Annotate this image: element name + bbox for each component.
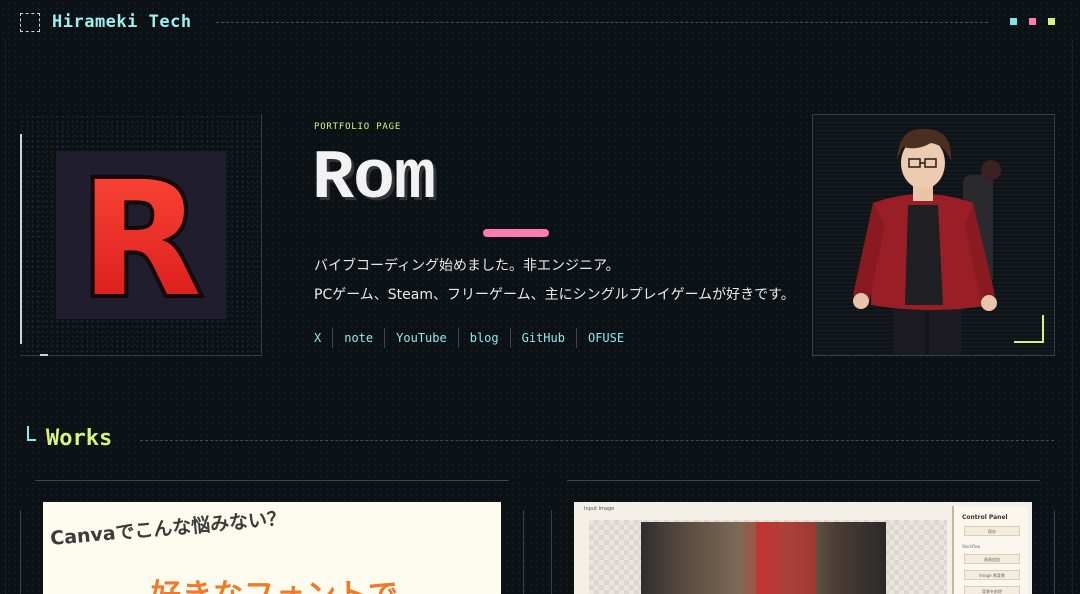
works-divider bbox=[140, 440, 1054, 441]
link-blog[interactable]: blog bbox=[457, 328, 510, 348]
thumbnail-subject bbox=[756, 522, 816, 594]
avatar-frame: R bbox=[20, 114, 262, 356]
page-title: Rom bbox=[312, 140, 436, 219]
link-note[interactable]: note bbox=[332, 328, 384, 348]
right-rail bbox=[1072, 40, 1073, 594]
link-ofuse[interactable]: OFUSE bbox=[575, 328, 635, 348]
card-1-left-border bbox=[20, 510, 21, 594]
avatar: R bbox=[56, 144, 226, 336]
thumbnail-headline: Canvaでこんな悩みない？ bbox=[49, 507, 287, 550]
work-card-2-thumbnail[interactable]: Input Image Control Panel 保存 Workflow 画像… bbox=[574, 502, 1032, 594]
card-2-left-border bbox=[551, 510, 552, 594]
link-x[interactable]: X bbox=[314, 328, 332, 348]
thumbnail-control-panel: Control Panel 保存 Workflow 画像追加 Image 黒背景… bbox=[952, 506, 1028, 594]
logo-bracket-icon bbox=[20, 13, 40, 32]
accent-square-lime bbox=[1048, 18, 1055, 25]
site-header: Hirameki Tech bbox=[0, 0, 1080, 44]
thumbnail-caption: Input Image bbox=[584, 506, 615, 512]
avatar-letter: R bbox=[80, 151, 202, 319]
character-illustration bbox=[812, 114, 1055, 356]
portfolio-eyebrow: PORTFOLIO PAGE bbox=[314, 122, 402, 132]
link-github[interactable]: GitHub bbox=[509, 328, 576, 348]
control-panel-button-3: 背景を削除 bbox=[964, 586, 1020, 594]
thumbnail-subheadline: 好きなフォントで bbox=[151, 570, 399, 594]
link-youtube[interactable]: YouTube bbox=[384, 328, 458, 348]
thumbnail-photo bbox=[641, 522, 886, 594]
left-rail bbox=[5, 40, 6, 594]
work-card-1-thumbnail[interactable]: Canvaでこんな悩みない？ 好きなフォントで bbox=[43, 502, 501, 594]
control-panel-select: Image 黒背景 bbox=[964, 570, 1020, 580]
frame-accent-bottom bbox=[40, 354, 48, 356]
control-panel-title: Control Panel bbox=[962, 514, 1008, 521]
header-divider bbox=[216, 22, 988, 23]
control-panel-label: Workflow bbox=[962, 544, 981, 549]
card-1-right-border bbox=[523, 510, 524, 594]
accent-square-cyan bbox=[1010, 18, 1017, 25]
avatar-logo-icon: R bbox=[76, 144, 206, 336]
card-1-top-border bbox=[35, 480, 509, 481]
title-underline bbox=[483, 229, 549, 237]
frame-accent-left bbox=[20, 134, 22, 344]
control-panel-button-2: 画像追加 bbox=[964, 554, 1020, 564]
control-panel-button: 保存 bbox=[964, 526, 1020, 536]
frame-accent-corner bbox=[1014, 315, 1044, 343]
bio-line-2: PCゲーム、Steam、フリーゲーム、主にシングルプレイゲームが好きです。 bbox=[314, 287, 795, 303]
thumbnail-canvas bbox=[589, 520, 947, 594]
works-heading: Works bbox=[46, 426, 113, 451]
card-2-top-border bbox=[567, 480, 1040, 481]
card-2-right-border bbox=[1054, 510, 1055, 594]
social-links: X note YouTube blog GitHub OFUSE bbox=[314, 328, 635, 348]
brand-link[interactable]: Hirameki Tech bbox=[52, 12, 192, 32]
works-bracket-icon bbox=[27, 426, 36, 441]
accent-square-pink bbox=[1029, 18, 1036, 25]
bio-line-1: バイブコーディング始めました。非エンジニア。 bbox=[314, 258, 620, 274]
